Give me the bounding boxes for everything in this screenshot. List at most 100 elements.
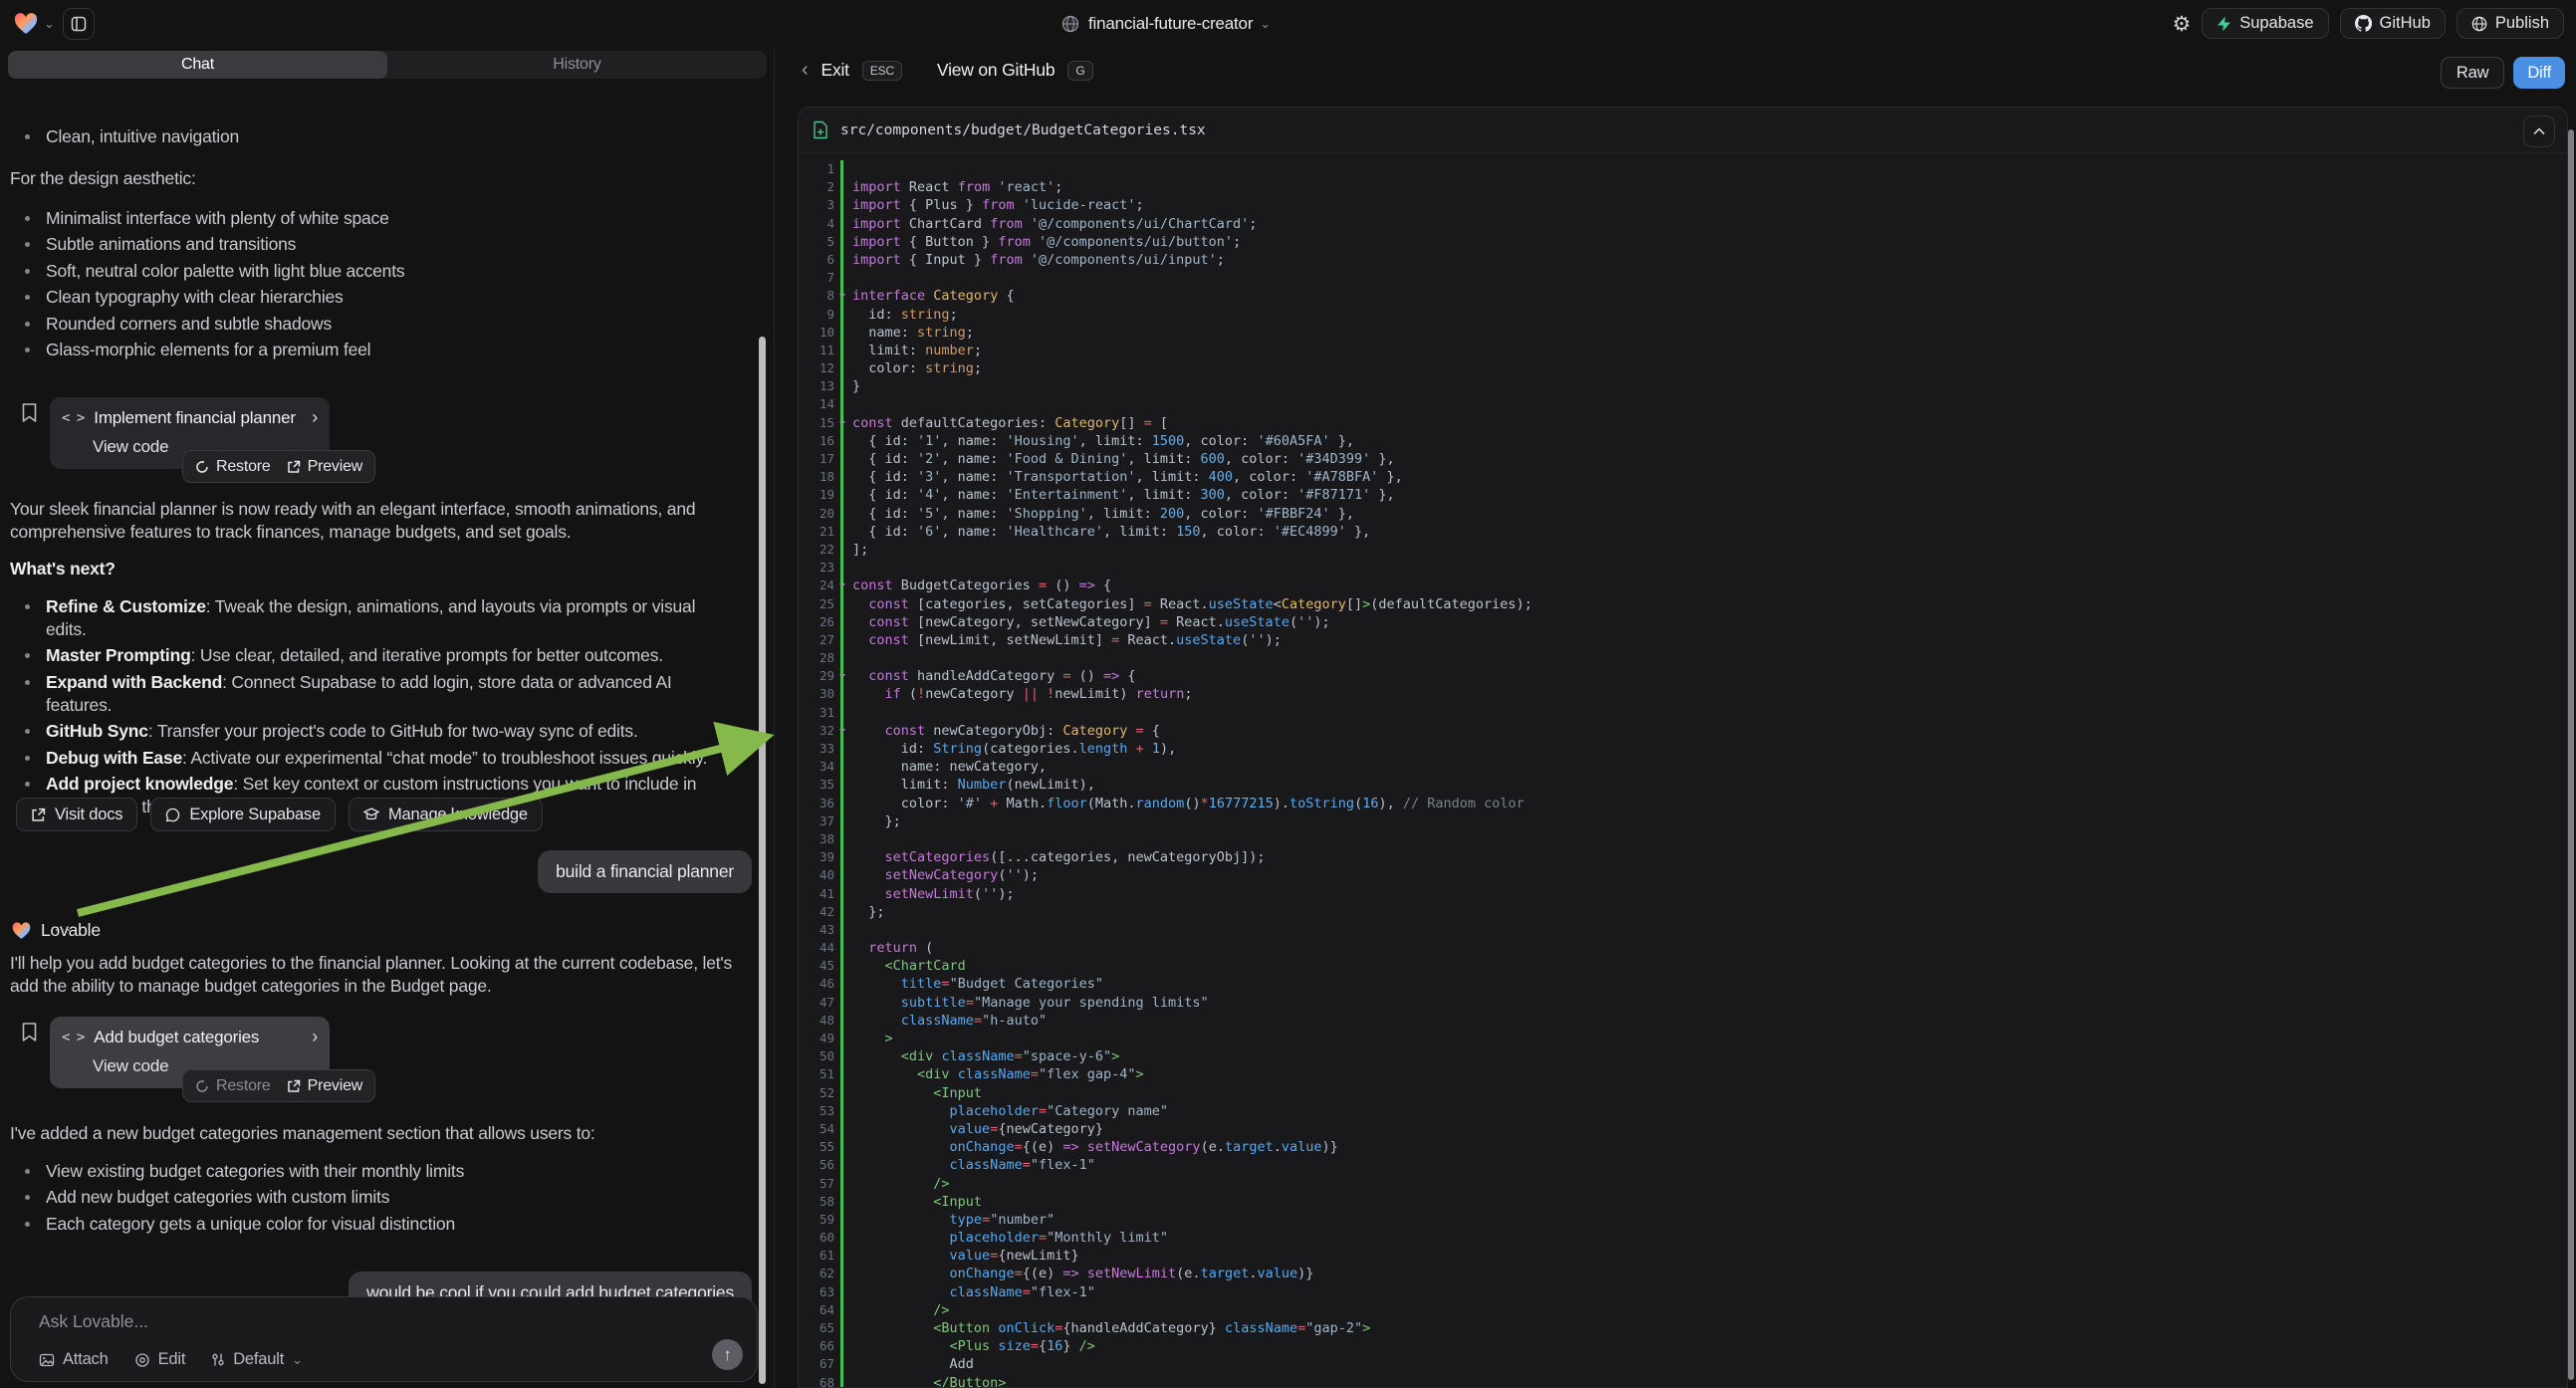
code-line: 67 Add xyxy=(799,1355,2567,1373)
settings-gear-icon[interactable]: ⚙ xyxy=(2173,12,2192,36)
list-item: Refine & Customize: Tweak the design, an… xyxy=(10,595,735,641)
github-button[interactable]: GitHub xyxy=(2340,8,2446,39)
code-line: 62 onChange={(e) => setNewLimit(e.target… xyxy=(799,1265,2567,1282)
raw-toggle-button[interactable]: Raw xyxy=(2441,57,2504,89)
line-number: 35 xyxy=(799,776,834,794)
line-number: 33 xyxy=(799,740,834,758)
code-line: 49 > xyxy=(799,1030,2567,1047)
message-more-icon[interactable]: ⋯ xyxy=(54,920,73,941)
bookmark-icon[interactable] xyxy=(21,402,38,423)
list-item: Clean, intuitive navigation xyxy=(10,125,737,148)
preview-button[interactable]: Preview xyxy=(287,458,363,476)
knowledge-box-icon xyxy=(363,808,379,822)
send-button[interactable]: ↑ xyxy=(712,1339,743,1370)
line-number: 49 xyxy=(799,1030,834,1047)
line-number: 55 xyxy=(799,1138,834,1156)
view-on-github-button[interactable]: View on GitHub xyxy=(937,60,1054,81)
line-number: 24 xyxy=(799,577,834,594)
line-number: 36 xyxy=(799,795,834,812)
list-item: Subtle animations and transitions xyxy=(10,233,737,256)
line-number: 8 xyxy=(799,287,834,305)
attach-button[interactable]: Attach xyxy=(39,1350,109,1369)
line-number: 47 xyxy=(799,994,834,1012)
line-number: 48 xyxy=(799,1012,834,1030)
line-number: 60 xyxy=(799,1229,834,1247)
panel-toggle-icon xyxy=(71,16,87,32)
preview-button[interactable]: Preview xyxy=(287,1077,363,1095)
mode-select[interactable]: Default ⌄ xyxy=(211,1350,303,1369)
app-root: ⌄ financial-future-creator ⌄ ⚙ xyxy=(0,0,2576,1388)
line-number: 54 xyxy=(799,1120,834,1138)
visit-docs-button[interactable]: Visit docs xyxy=(16,798,137,831)
back-chevron-left-icon[interactable]: ‹ xyxy=(802,59,808,82)
list-item: Clean typography with clear hierarchies xyxy=(10,286,737,309)
line-number: 58 xyxy=(799,1193,834,1211)
tab-chat[interactable]: Chat xyxy=(8,51,387,79)
code-scrollbar[interactable] xyxy=(2568,129,2574,1380)
tab-history[interactable]: History xyxy=(387,51,767,79)
code-line: 14 xyxy=(799,395,2567,413)
line-number: 57 xyxy=(799,1175,834,1193)
code-line: 13} xyxy=(799,377,2567,395)
code-line: 44 return ( xyxy=(799,939,2567,957)
code-line: 3import { Plus } from 'lucide-react'; xyxy=(799,196,2567,214)
code-icon: < > xyxy=(62,1030,84,1045)
workspace-chevron-down-icon[interactable]: ⌄ xyxy=(44,16,55,32)
manage-knowledge-button[interactable]: Manage knowledge xyxy=(349,798,543,831)
ask-lovable-input[interactable] xyxy=(39,1311,636,1332)
publish-button[interactable]: Publish xyxy=(2457,8,2564,39)
code-line: 58 <Input xyxy=(799,1193,2567,1211)
line-number: 25 xyxy=(799,595,834,613)
code-line: 35 limit: Number(newLimit), xyxy=(799,776,2567,794)
list-item: View existing budget categories with the… xyxy=(10,1160,735,1183)
line-number: 11 xyxy=(799,342,834,359)
external-link-icon xyxy=(287,460,301,474)
help-paragraph: I'll help you add budget categories to t… xyxy=(10,952,735,998)
diff-toggle-button[interactable]: Diff xyxy=(2513,57,2565,89)
project-switcher[interactable]: financial-future-creator ⌄ xyxy=(1061,0,1271,48)
bookmark-icon[interactable] xyxy=(21,1022,38,1042)
restore-icon xyxy=(195,1079,209,1093)
line-number: 5 xyxy=(799,233,834,251)
code-line: 40 setNewCategory(''); xyxy=(799,866,2567,884)
code-line: 31 xyxy=(799,704,2567,722)
line-number: 28 xyxy=(799,649,834,667)
github-octocat-icon xyxy=(2355,15,2372,32)
edit-button[interactable]: Edit xyxy=(134,1350,186,1369)
lovable-logo-heart-icon[interactable] xyxy=(14,13,38,35)
line-number: 22 xyxy=(799,541,834,559)
chat-scrollbar[interactable] xyxy=(759,337,766,1384)
code-line: 45 <ChartCard xyxy=(799,957,2567,975)
restore-button[interactable]: Restore xyxy=(195,458,271,476)
supabase-button[interactable]: Supabase xyxy=(2202,8,2328,39)
line-number: 4 xyxy=(799,215,834,233)
project-chevron-down-icon: ⌄ xyxy=(1260,16,1271,32)
code-line: 57 /> xyxy=(799,1175,2567,1193)
restore-button[interactable]: Restore xyxy=(195,1077,271,1095)
line-number: 32 xyxy=(799,722,834,740)
file-header[interactable]: src/components/budget/BudgetCategories.t… xyxy=(799,108,2567,153)
chat-history-tabs: Chat History xyxy=(8,51,767,79)
sidebar-toggle-button[interactable] xyxy=(63,8,95,40)
fold-chevron-icon[interactable] xyxy=(839,729,845,733)
code-line: 59 type="number" xyxy=(799,1211,2567,1229)
line-number: 23 xyxy=(799,559,834,577)
explore-supabase-button[interactable]: Explore Supabase xyxy=(150,798,336,831)
code-line: 8interface Category { xyxy=(799,287,2567,305)
exit-button[interactable]: Exit xyxy=(820,60,848,81)
line-number: 41 xyxy=(799,885,834,903)
code-line: 55 onChange={(e) => setNewCategory(e.tar… xyxy=(799,1138,2567,1156)
code-editor[interactable]: 12import React from 'react';3import { Pl… xyxy=(799,153,2567,1388)
code-line: 22]; xyxy=(799,541,2567,559)
code-line: 50 <div className="space-y-6"> xyxy=(799,1047,2567,1065)
code-line: 9 id: string; xyxy=(799,306,2567,324)
fold-chevron-icon[interactable] xyxy=(839,294,845,298)
fold-chevron-icon[interactable] xyxy=(839,583,845,587)
panel-divider xyxy=(774,48,775,1388)
top-bar: ⌄ financial-future-creator ⌄ ⚙ xyxy=(0,0,2576,48)
fold-chevron-icon[interactable] xyxy=(839,674,845,678)
code-line: 6import { Input } from '@/components/ui/… xyxy=(799,251,2567,269)
collapse-file-button[interactable] xyxy=(2523,116,2555,147)
fold-chevron-icon[interactable] xyxy=(839,421,845,425)
line-number: 29 xyxy=(799,667,834,685)
